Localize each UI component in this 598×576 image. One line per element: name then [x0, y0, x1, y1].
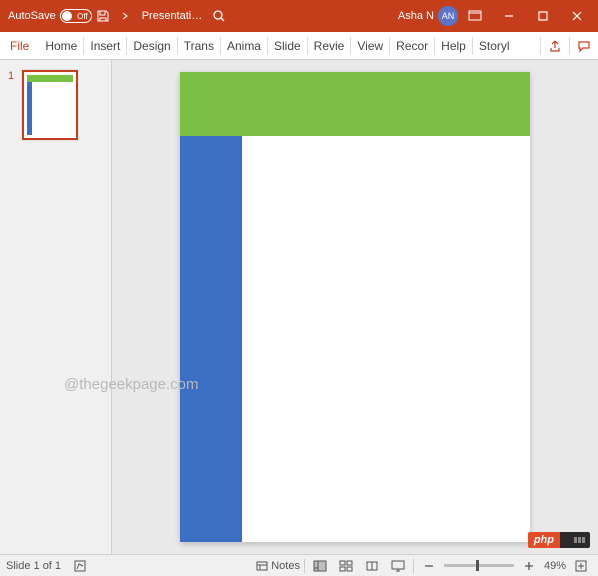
thumbnail-pane: 1: [0, 60, 112, 554]
autosave-label: AutoSave: [8, 10, 56, 22]
slide-canvas-area: [112, 60, 598, 554]
autosave-toggle[interactable]: Off: [60, 9, 92, 23]
account-button[interactable]: Asha N AN: [398, 6, 458, 26]
tab-animations[interactable]: Anima: [221, 32, 267, 59]
save-icon[interactable]: [92, 5, 114, 27]
zoom-in-button[interactable]: [518, 557, 540, 575]
overflow-icon[interactable]: [114, 5, 136, 27]
php-badge: php: [528, 532, 590, 548]
zoom-slider[interactable]: [444, 564, 514, 567]
thumbnail-number: 1: [8, 70, 18, 82]
tab-insert[interactable]: Insert: [84, 32, 126, 59]
zoom-level[interactable]: 49%: [544, 560, 566, 572]
reading-view-button[interactable]: [361, 557, 383, 575]
minimize-button[interactable]: [492, 0, 526, 32]
thumbnail-row[interactable]: 1: [8, 70, 103, 140]
tab-storyline[interactable]: Storyl: [473, 32, 516, 59]
zoom-out-button[interactable]: [418, 557, 440, 575]
ribbon-display-icon[interactable]: [458, 0, 492, 32]
tab-home[interactable]: Home: [39, 32, 83, 59]
slideshow-button[interactable]: [387, 557, 409, 575]
slide-counter: Slide 1 of 1: [6, 560, 61, 572]
tab-transitions[interactable]: Trans: [178, 32, 220, 59]
comments-icon[interactable]: [570, 34, 598, 58]
tab-design[interactable]: Design: [127, 32, 176, 59]
maximize-button[interactable]: [526, 0, 560, 32]
slide-header-shape: [180, 72, 530, 136]
notes-label: Notes: [271, 560, 300, 572]
autosave-state: Off: [77, 12, 88, 21]
normal-view-button[interactable]: [309, 557, 331, 575]
php-badge-cn: [560, 532, 590, 548]
tab-help[interactable]: Help: [435, 32, 472, 59]
slide[interactable]: [180, 72, 530, 542]
ribbon: File Home Insert Design Trans Anima Slid…: [0, 32, 598, 60]
tab-file[interactable]: File: [0, 32, 39, 59]
tab-recording[interactable]: Recor: [390, 32, 434, 59]
fit-to-window-button[interactable]: [570, 557, 592, 575]
autosave-control[interactable]: AutoSave Off: [8, 9, 92, 23]
avatar: AN: [438, 6, 458, 26]
accessibility-icon[interactable]: [71, 557, 89, 575]
document-title: Presentati…: [142, 10, 203, 22]
tab-review[interactable]: Revie: [308, 32, 351, 59]
tab-slideshow[interactable]: Slide: [268, 32, 307, 59]
thumbnail-slide[interactable]: [22, 70, 78, 140]
workspace: 1 @thegeekpage.com: [0, 60, 598, 554]
title-bar: AutoSave Off Presentati… Asha N AN: [0, 0, 598, 32]
slide-sidebar-shape: [180, 136, 242, 542]
zoom-slider-thumb[interactable]: [476, 560, 479, 571]
search-icon[interactable]: [208, 5, 230, 27]
close-button[interactable]: [560, 0, 594, 32]
share-icon[interactable]: [541, 34, 569, 58]
php-badge-label: php: [528, 532, 560, 548]
status-bar: Slide 1 of 1 Notes 49%: [0, 554, 598, 576]
account-name: Asha N: [398, 10, 434, 22]
sorter-view-button[interactable]: [335, 557, 357, 575]
notes-icon[interactable]: Notes: [256, 557, 300, 575]
tab-view[interactable]: View: [351, 32, 389, 59]
